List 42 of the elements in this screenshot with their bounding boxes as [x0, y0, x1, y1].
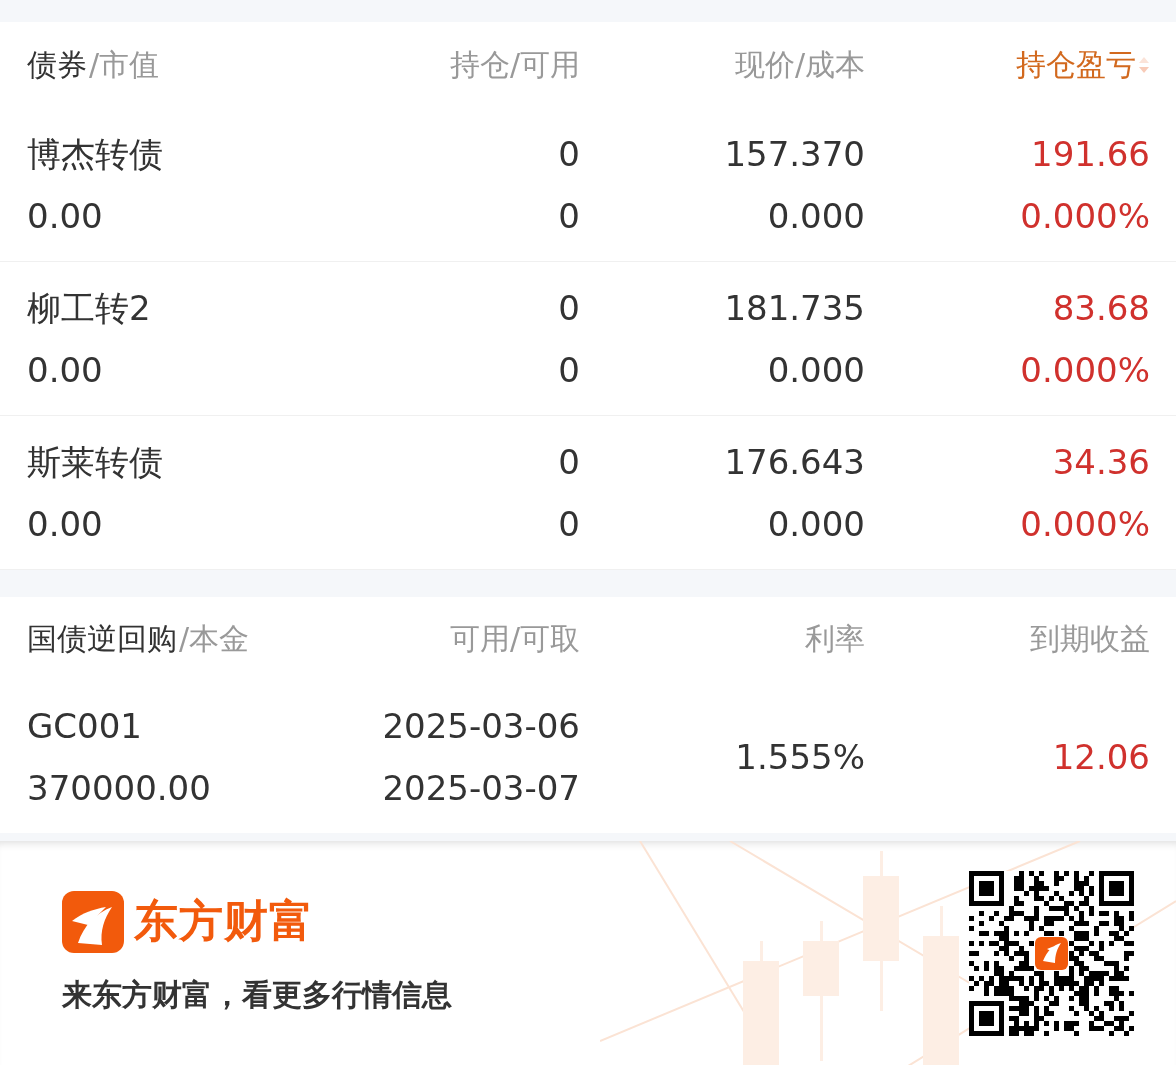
bond-name: 柳工转2	[27, 288, 151, 327]
profit-loss: 34.36	[1052, 442, 1150, 481]
interest-rate: 1.555%	[735, 738, 865, 776]
logo-icon	[62, 890, 124, 953]
profit-loss-percent: 0.000%	[1020, 504, 1150, 543]
column-header: 国债逆回购/本金	[27, 619, 250, 658]
current-price: 176.643	[724, 442, 865, 481]
current-price: 181.735	[724, 288, 865, 327]
withdraw-date: 2025-03-07	[382, 769, 580, 807]
bond-name: 博杰转债	[27, 134, 163, 173]
brand-name: 东方财富	[134, 894, 314, 948]
column-header: 可用/可取	[449, 619, 580, 658]
cost-price: 0.000	[767, 504, 865, 543]
available: 0	[558, 504, 580, 543]
column-header: 利率	[805, 619, 865, 658]
cost-price: 0.000	[767, 350, 865, 389]
profit-loss: 191.66	[1031, 134, 1150, 173]
column-header: 债券/市值	[27, 45, 160, 84]
maturity-income: 12.06	[1052, 738, 1150, 776]
market-value: 0.00	[27, 350, 103, 389]
available-date: 2025-03-06	[382, 707, 580, 745]
position: 0	[558, 288, 580, 327]
current-price: 157.370	[724, 134, 865, 173]
principal: 370000.00	[27, 769, 211, 807]
available: 0	[558, 350, 580, 389]
market-value: 0.00	[27, 504, 103, 543]
position: 0	[558, 134, 580, 173]
profit-loss: 83.68	[1052, 288, 1150, 327]
market-value: 0.00	[27, 196, 103, 235]
slogan: 来东方财富，看更多行情信息	[62, 975, 452, 1014]
column-header: 持仓/可用	[449, 45, 580, 84]
cost-price: 0.000	[767, 196, 865, 235]
column-header: 到期收益	[1030, 619, 1150, 658]
column-header: 现价/成本	[734, 45, 865, 84]
bond-name: 斯莱转债	[27, 442, 163, 481]
column-header[interactable]: 持仓盈亏	[1016, 44, 1150, 86]
sort-icon	[1138, 56, 1150, 74]
available: 0	[558, 196, 580, 235]
profit-loss-percent: 0.000%	[1020, 350, 1150, 389]
position: 0	[558, 442, 580, 481]
repo-code: GC001	[27, 707, 142, 745]
profit-loss-percent: 0.000%	[1020, 196, 1150, 235]
